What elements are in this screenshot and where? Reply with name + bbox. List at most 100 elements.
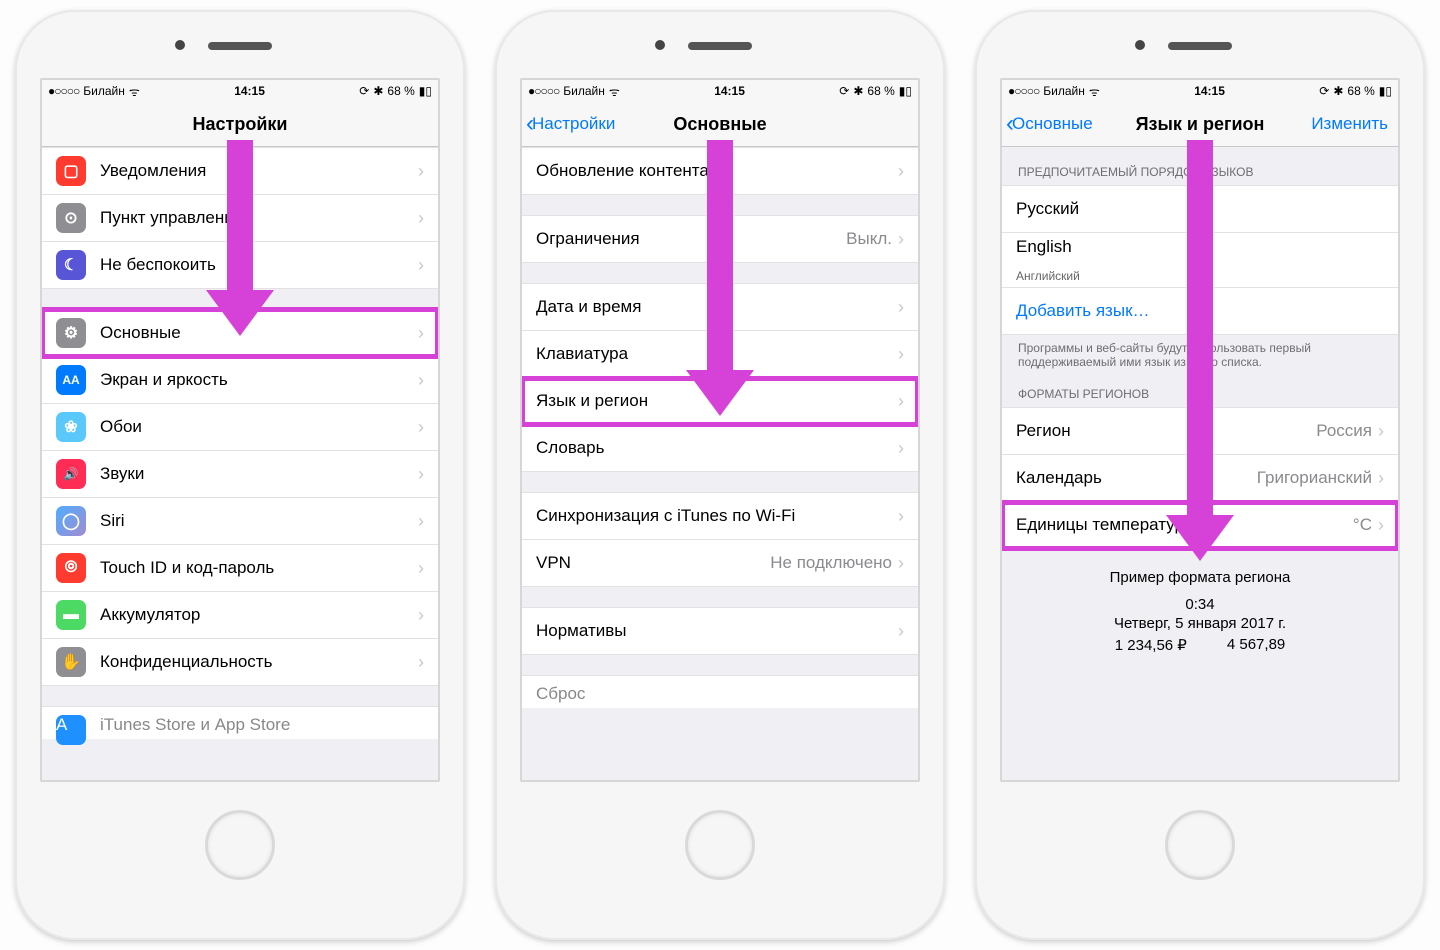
row-label: Аккумулятор [100,605,418,625]
row-label: Единицы температуры [1016,515,1353,535]
rotation-lock-icon: ⟳ [839,84,849,98]
chevron-right-icon: › [898,161,904,182]
battery-icon: ▮▯ [899,84,912,98]
chevron-right-icon: › [418,652,424,673]
list-item[interactable]: AA Экран и яркость› [42,357,438,404]
add-language-button[interactable]: Добавить язык… [1002,288,1398,335]
bluetooth-icon: ✱ [373,84,383,98]
list-item-partial[interactable]: Сброс [522,675,918,708]
chevron-right-icon: › [1378,515,1384,536]
list-item[interactable]: Русский [1002,185,1398,233]
example-number-2: 4 567,89 [1227,636,1285,654]
home-button[interactable] [1165,810,1235,880]
list-item[interactable]: ⚙ Основные› [42,309,438,357]
row-label: Добавить язык… [1016,301,1384,321]
example-time: 0:34 [1012,596,1388,613]
clock: 14:15 [714,84,745,98]
экран-и-яркость-icon: AA [56,365,86,395]
chevron-right-icon: › [898,438,904,459]
screen-general: ●○○○○ Билайн ᯤ 14:15 ⟳ ✱ 68 % ▮▯ ‹ Настр… [520,78,920,782]
lang-region-list[interactable]: ПРЕДПОЧИТАЕМЫЙ ПОРЯДОК ЯЗЫКОВ РусскийEng… [1002,147,1398,781]
row-label: Русский [1016,199,1384,219]
chevron-right-icon: › [418,323,424,344]
back-button[interactable]: ‹ Основные [1006,102,1093,146]
nav-bar: ‹ Основные Язык и регион Изменить [1002,102,1398,147]
row-label: Ограничения [536,229,846,249]
row-label: Не беспокоить [100,255,418,275]
earpiece-speaker [688,42,752,50]
status-bar: ●○○○○ Билайн ᯤ 14:15 ⟳ ✱ 68 % ▮▯ [1002,80,1398,102]
list-item[interactable]: Нормативы› [522,607,918,655]
chevron-right-icon: › [898,553,904,574]
nav-bar: Настройки [42,102,438,147]
list-item[interactable]: EnglishАнглийский [1002,233,1398,288]
wifi-icon: ᯤ [609,83,620,100]
list-item[interactable]: ☾Не беспокоить› [42,242,438,289]
chevron-right-icon: › [1378,468,1384,489]
row-label: Обои [100,417,418,437]
list-item[interactable]: Дата и время› [522,283,918,331]
list-item[interactable]: Словарь› [522,425,918,472]
list-item[interactable]: 🔊Звуки› [42,451,438,498]
earpiece-speaker [1168,42,1232,50]
row-value: Григорианский [1257,468,1372,488]
list-item[interactable]: ⦾Touch ID и код-пароль› [42,545,438,592]
battery-icon: ▮▯ [1379,84,1392,98]
list-item[interactable]: ◯Siri› [42,498,438,545]
bluetooth-icon: ✱ [853,84,863,98]
phone-2: ●○○○○ Билайн ᯤ 14:15 ⟳ ✱ 68 % ▮▯ ‹ Настр… [495,10,945,940]
example-title: Пример формата региона [1012,569,1388,586]
home-button[interactable] [205,810,275,880]
list-item[interactable]: ❀Обои› [42,404,438,451]
list-item[interactable]: ⊙Пункт управления› [42,195,438,242]
list-item[interactable]: КалендарьГригорианский › [1002,455,1398,502]
row-label: Синхронизация с iTunes по Wi-Fi [536,506,898,526]
signal-dots-icon: ●○○○○ [1008,84,1039,98]
wifi-icon: ᯤ [129,83,140,100]
row-label: Экран и яркость [100,370,418,390]
phone-3: ●○○○○ Билайн ᯤ 14:15 ⟳ ✱ 68 % ▮▯ ‹ Основ… [975,10,1425,940]
уведомления-icon: ▢ [56,156,86,186]
list-item[interactable]: ✋ Конфиденциальность› [42,639,438,686]
list-item[interactable]: Единицы температуры°C› [1002,502,1398,549]
основные-icon: ⚙ [56,318,86,348]
list-item-partial[interactable]: A iTunes Store и App Store [42,706,438,739]
home-button[interactable] [685,810,755,880]
list-item[interactable]: Синхронизация с iTunes по Wi-Fi› [522,492,918,540]
proximity-sensor [1135,40,1145,50]
siri-icon: ◯ [56,506,86,536]
list-item[interactable]: ▢Уведомления› [42,147,438,195]
general-list[interactable]: Обновление контента› ОграниченияВыкл.› Д… [522,147,918,781]
edit-button[interactable]: Изменить [1311,102,1388,146]
row-label: Конфиденциальность [100,652,418,672]
rotation-lock-icon: ⟳ [1319,84,1329,98]
list-item[interactable]: РегионРоссия› [1002,407,1398,455]
settings-list[interactable]: ▢Уведомления›⊙Пункт управления›☾Не беспо… [42,147,438,781]
обои-icon: ❀ [56,412,86,442]
chevron-right-icon: › [418,161,424,182]
row-label: Дата и время [536,297,898,317]
row-label: VPN [536,553,770,573]
row-label: Календарь [1016,468,1257,488]
конфиденциальность-icon: ✋ [56,647,86,677]
list-item[interactable]: VPNНе подключено› [522,540,918,587]
carrier-label: Билайн [83,84,125,98]
row-label: Звуки [100,464,418,484]
row-sublabel: Английский [1016,269,1080,283]
chevron-right-icon: › [418,370,424,391]
proximity-sensor [655,40,665,50]
list-item[interactable]: Клавиатура› [522,331,918,378]
row-label: Основные [100,323,418,343]
chevron-right-icon: › [418,255,424,276]
screen-settings: ●○○○○ Билайн ᯤ 14:15 ⟳ ✱ 68 % ▮▯ Настрой… [40,78,440,782]
carrier-label: Билайн [1043,84,1085,98]
proximity-sensor [175,40,185,50]
list-item[interactable]: Язык и регион› [522,378,918,425]
list-item[interactable]: Обновление контента› [522,147,918,195]
list-item[interactable]: ОграниченияВыкл.› [522,215,918,263]
row-label: Клавиатура [536,344,898,364]
row-label: Сброс [536,684,585,704]
list-item[interactable]: ▬Аккумулятор› [42,592,438,639]
example-date: Четверг, 5 января 2017 г. [1012,615,1388,632]
back-button[interactable]: ‹ Настройки [526,102,615,146]
